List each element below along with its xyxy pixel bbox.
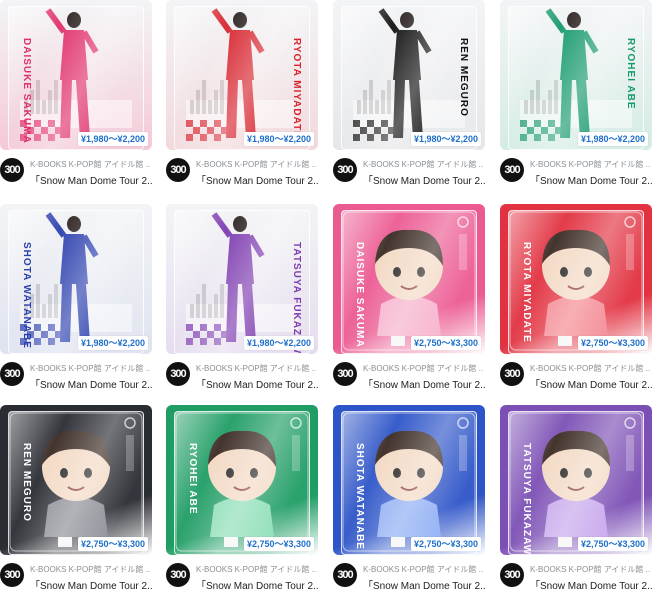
product-title[interactable]: 「Snow Man Dome Tour 2...: [530, 577, 652, 592]
product-card[interactable]: RYOTA MIYADATE ¥1,980～¥2,200 300 K-BOOKS K-…: [166, 0, 318, 190]
product-name-text: DAISUKE SAKUMA: [354, 242, 365, 348]
product-name-text: REN MEGURO: [21, 443, 32, 522]
product-card[interactable]: RYOHEI ABE ¥1,980～¥2,200 300 K-BOOKS K-POP館…: [500, 0, 652, 190]
shop-avatar[interactable]: 300: [333, 563, 357, 587]
product-name-text: RYOTA MIYADATE: [291, 38, 302, 139]
shop-avatar[interactable]: 300: [500, 362, 524, 386]
product-card[interactable]: REN MEGURO ¥1,980～¥2,200 300 K-BOOKS K-POP館…: [333, 0, 485, 190]
product-card[interactable]: TATSUYA FUKAZAWA ¥1,980～¥2,200 300 K-BOOKS …: [166, 204, 318, 394]
product-title[interactable]: 「Snow Man Dome Tour 2...: [363, 172, 485, 187]
shop-name[interactable]: K-BOOKS K-POP館 アイドル館 ...: [196, 363, 316, 374]
product-title[interactable]: 「Snow Man Dome Tour 2...: [363, 577, 485, 592]
product-image[interactable]: RYOTA MIYADATE ¥1,980～¥2,200: [166, 0, 318, 150]
product-card[interactable]: REN MEGURO ¥2,750～¥3,300 300 K-BOOKS K-POP館…: [0, 405, 152, 595]
shop-avatar[interactable]: 300: [333, 362, 357, 386]
shop-name[interactable]: K-BOOKS K-POP館 アイドル館 ...: [530, 159, 650, 170]
product-title[interactable]: 「Snow Man Dome Tour 2...: [30, 376, 152, 391]
product-image[interactable]: DAISUKE SAKUMA ¥1,980～¥2,200: [0, 0, 152, 150]
price-badge: ¥2,750～¥3,300: [577, 537, 648, 551]
product-title[interactable]: 「Snow Man Dome Tour 2...: [196, 376, 318, 391]
product-image[interactable]: TATSUYA FUKAZAWA ¥1,980～¥2,200: [166, 204, 318, 354]
shop-name[interactable]: K-BOOKS K-POP館 アイドル館 ...: [363, 363, 483, 374]
product-name-text: SHOTA WATANABE: [354, 443, 365, 550]
price-badge: ¥2,750～¥3,300: [410, 336, 481, 350]
product-image[interactable]: SHOTA WATANABE ¥1,980～¥2,200: [0, 204, 152, 354]
product-name-text: RYOTA MIYADATE: [521, 242, 532, 343]
price-badge: ¥2,750～¥3,300: [410, 537, 481, 551]
product-image[interactable]: REN MEGURO ¥1,980～¥2,200: [333, 0, 485, 150]
product-image[interactable]: TATSUYA FUKAZAWA ¥2,750～¥3,300: [500, 405, 652, 555]
shop-avatar[interactable]: 300: [0, 563, 24, 587]
shop-avatar[interactable]: 300: [333, 158, 357, 182]
product-card[interactable]: RYOTA MIYADATE ¥2,750～¥3,300 300 K-BOOKS K-…: [500, 204, 652, 394]
product-image[interactable]: DAISUKE SAKUMA ¥2,750～¥3,300: [333, 204, 485, 354]
price-badge: ¥2,750～¥3,300: [577, 336, 648, 350]
product-image[interactable]: REN MEGURO ¥2,750～¥3,300: [0, 405, 152, 555]
shop-name[interactable]: K-BOOKS K-POP館 アイドル館 ...: [30, 159, 150, 170]
product-title[interactable]: 「Snow Man Dome Tour 2...: [530, 376, 652, 391]
shop-name[interactable]: K-BOOKS K-POP館 アイドル館 ...: [30, 564, 150, 575]
product-name-text: RYOHEI ABE: [625, 38, 636, 110]
price-badge: ¥1,980～¥2,200: [77, 336, 148, 350]
shop-name[interactable]: K-BOOKS K-POP館 アイドル館 ...: [363, 159, 483, 170]
price-badge: ¥2,750～¥3,300: [243, 537, 314, 551]
product-title[interactable]: 「Snow Man Dome Tour 2...: [30, 577, 152, 592]
product-image[interactable]: SHOTA WATANABE ¥2,750～¥3,300: [333, 405, 485, 555]
product-image[interactable]: RYOHEI ABE ¥1,980～¥2,200: [500, 0, 652, 150]
product-title[interactable]: 「Snow Man Dome Tour 2...: [196, 577, 318, 592]
shop-avatar[interactable]: 300: [166, 563, 190, 587]
price-badge: ¥1,980～¥2,200: [243, 132, 314, 146]
price-badge: ¥1,980～¥2,200: [243, 336, 314, 350]
product-card[interactable]: SHOTA WATANABE ¥1,980～¥2,200 300 K-BOOKS K-…: [0, 204, 152, 394]
shop-avatar[interactable]: 300: [500, 158, 524, 182]
product-title[interactable]: 「Snow Man Dome Tour 2...: [530, 172, 652, 187]
product-card[interactable]: SHOTA WATANABE ¥2,750～¥3,300 300 K-BOOKS K-…: [333, 405, 485, 595]
shop-name[interactable]: K-BOOKS K-POP館 アイドル館 ...: [196, 564, 316, 575]
product-card[interactable]: DAISUKE SAKUMA ¥2,750～¥3,300 300 K-BOOKS K-…: [333, 204, 485, 394]
product-name-text: RYOHEI ABE: [187, 443, 198, 515]
product-title[interactable]: 「Snow Man Dome Tour 2...: [30, 172, 152, 187]
shop-name[interactable]: K-BOOKS K-POP館 アイドル館 ...: [363, 564, 483, 575]
product-name-text: SHOTA WATANABE: [21, 242, 32, 349]
shop-avatar[interactable]: 300: [0, 362, 24, 386]
shop-name[interactable]: K-BOOKS K-POP館 アイドル館 ...: [30, 363, 150, 374]
shop-name[interactable]: K-BOOKS K-POP館 アイドル館 ...: [530, 564, 650, 575]
product-name-text: DAISUKE SAKUMA: [21, 38, 32, 144]
product-card[interactable]: TATSUYA FUKAZAWA ¥2,750～¥3,300 300 K-BOOKS …: [500, 405, 652, 595]
shop-avatar[interactable]: 300: [166, 362, 190, 386]
product-image[interactable]: RYOHEI ABE ¥2,750～¥3,300: [166, 405, 318, 555]
product-image[interactable]: RYOTA MIYADATE ¥2,750～¥3,300: [500, 204, 652, 354]
product-grid: DAISUKE SAKUMA ¥1,980～¥2,200 300 K-BOOKS K-…: [0, 0, 652, 595]
shop-avatar[interactable]: 300: [0, 158, 24, 182]
price-badge: ¥1,980～¥2,200: [77, 132, 148, 146]
product-card[interactable]: DAISUKE SAKUMA ¥1,980～¥2,200 300 K-BOOKS K-…: [0, 0, 152, 190]
shop-avatar[interactable]: 300: [166, 158, 190, 182]
product-name-text: TATSUYA FUKAZAWA: [521, 443, 532, 555]
price-badge: ¥1,980～¥2,200: [410, 132, 481, 146]
price-badge: ¥2,750～¥3,300: [77, 537, 148, 551]
shop-name[interactable]: K-BOOKS K-POP館 アイドル館 ...: [530, 363, 650, 374]
product-title[interactable]: 「Snow Man Dome Tour 2...: [196, 172, 318, 187]
shop-avatar[interactable]: 300: [500, 563, 524, 587]
product-name-text: REN MEGURO: [458, 38, 469, 117]
product-card[interactable]: RYOHEI ABE ¥2,750～¥3,300 300 K-BOOKS K-POP館…: [166, 405, 318, 595]
shop-name[interactable]: K-BOOKS K-POP館 アイドル館 ...: [196, 159, 316, 170]
product-title[interactable]: 「Snow Man Dome Tour 2...: [363, 376, 485, 391]
price-badge: ¥1,980～¥2,200: [577, 132, 648, 146]
